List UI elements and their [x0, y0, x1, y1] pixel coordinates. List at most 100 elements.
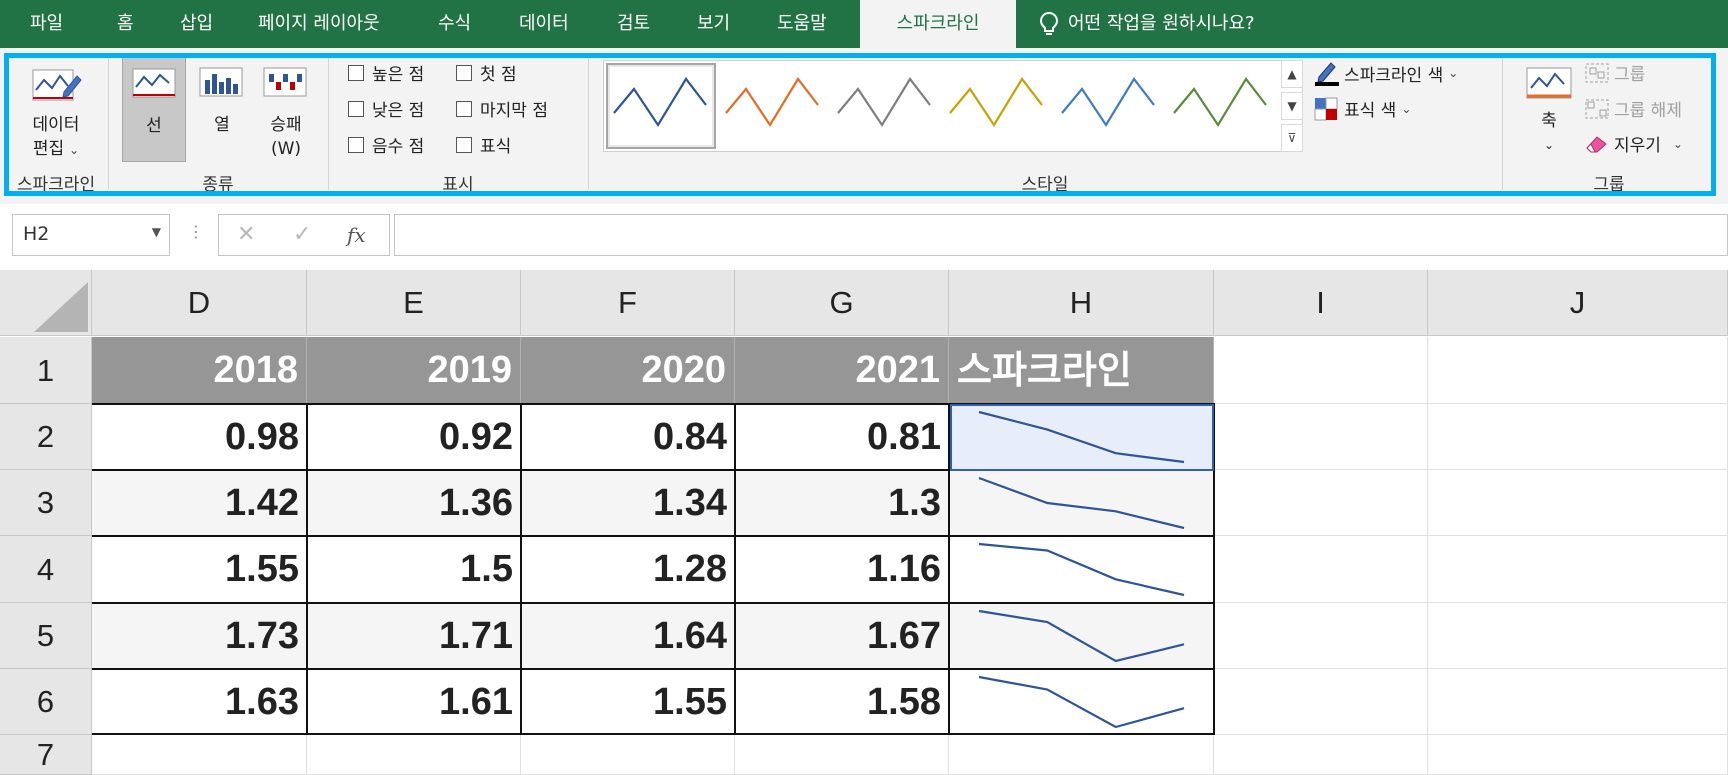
- cell-value[interactable]: 1.64: [521, 603, 735, 669]
- clear-button[interactable]: 지우기 ⌄: [1584, 131, 1683, 156]
- row-header-3[interactable]: 3: [0, 470, 92, 536]
- checkbox-low-point[interactable]: 낮은 점: [348, 96, 424, 121]
- row-header-5[interactable]: 5: [0, 603, 92, 669]
- checkbox-markers[interactable]: 표식: [456, 132, 511, 157]
- gallery-more[interactable]: ⊽: [1281, 124, 1303, 152]
- sparkline-color-button[interactable]: 스파크라인 색 ⌄: [1314, 60, 1458, 86]
- gallery-scroll-down[interactable]: ▼: [1281, 92, 1303, 120]
- cell-value[interactable]: 1.73: [92, 603, 307, 669]
- cell-header-year[interactable]: 2018: [92, 337, 307, 404]
- style-swatch-4[interactable]: [949, 77, 1043, 128]
- column-header-i[interactable]: I: [1214, 270, 1428, 336]
- cell-value[interactable]: 1.58: [735, 669, 949, 735]
- cell-sparkline[interactable]: [949, 470, 1214, 536]
- group-button[interactable]: 그룹: [1584, 60, 1645, 85]
- checkbox-last-point[interactable]: 마지막 점: [456, 96, 548, 121]
- column-header-j[interactable]: J: [1428, 270, 1728, 336]
- cell-empty[interactable]: [1428, 735, 1728, 775]
- tab-insert[interactable]: 삽입: [180, 0, 213, 48]
- row-header-2[interactable]: 2: [0, 404, 92, 470]
- cell-empty[interactable]: [1428, 536, 1728, 603]
- cell-empty[interactable]: [1428, 337, 1728, 404]
- cell-empty[interactable]: [307, 735, 521, 775]
- cell-value[interactable]: 0.98: [92, 404, 307, 470]
- ungroup-button[interactable]: 그룹 해제: [1584, 96, 1682, 121]
- cell-value[interactable]: 1.71: [307, 603, 521, 669]
- cell-header-year[interactable]: 2020: [521, 337, 735, 404]
- cell-empty[interactable]: [1428, 603, 1728, 669]
- cell-empty[interactable]: [949, 735, 1214, 775]
- style-swatch-3[interactable]: [837, 77, 931, 128]
- style-swatch-5[interactable]: [1061, 77, 1155, 128]
- cell-value[interactable]: 1.28: [521, 536, 735, 603]
- cell-value[interactable]: 1.5: [307, 536, 521, 603]
- cell-header-year[interactable]: 2021: [735, 337, 949, 404]
- cell-empty[interactable]: [1428, 470, 1728, 536]
- chevron-down-icon[interactable]: ▼: [152, 225, 161, 239]
- cell-empty[interactable]: [1214, 337, 1428, 404]
- row-header-4[interactable]: 4: [0, 536, 92, 603]
- edit-data-button[interactable]: [30, 62, 82, 112]
- cell-empty[interactable]: [1214, 603, 1428, 669]
- cell-header-sparkline[interactable]: 스파크라인: [949, 337, 1214, 404]
- cell-sparkline[interactable]: [949, 603, 1214, 669]
- cell-empty[interactable]: [1214, 536, 1428, 603]
- cell-empty[interactable]: [1214, 470, 1428, 536]
- cell-value[interactable]: 0.81: [735, 404, 949, 470]
- tab-home[interactable]: 홈: [117, 0, 134, 48]
- column-header-e[interactable]: E: [307, 270, 521, 336]
- style-swatch-2[interactable]: [725, 77, 819, 128]
- select-all-button[interactable]: [0, 270, 92, 336]
- tell-me-search[interactable]: 어떤 작업을 원하시나요?: [1039, 0, 1255, 48]
- tab-page-layout[interactable]: 페이지 레이아웃: [258, 0, 380, 48]
- type-line-button[interactable]: 선: [122, 56, 186, 162]
- cell-empty[interactable]: [1214, 669, 1428, 735]
- marker-color-button[interactable]: 표식 색 ⌄: [1314, 96, 1411, 121]
- cell-value[interactable]: 1.55: [92, 536, 307, 603]
- tab-file[interactable]: 파일: [30, 0, 63, 48]
- cell-empty[interactable]: [735, 735, 949, 775]
- row-header-6[interactable]: 6: [0, 669, 92, 735]
- cell-value[interactable]: 0.92: [307, 404, 521, 470]
- tab-help[interactable]: 도움말: [777, 0, 827, 48]
- cell-empty[interactable]: [1428, 404, 1728, 470]
- cell-value[interactable]: 1.36: [307, 470, 521, 536]
- cell-value[interactable]: 1.3: [735, 470, 949, 536]
- cell-value[interactable]: 1.67: [735, 603, 949, 669]
- formula-bar-grip-icon[interactable]: ⋮: [188, 222, 204, 241]
- tab-formulas[interactable]: 수식: [438, 0, 471, 48]
- row-header-1[interactable]: 1: [0, 337, 92, 404]
- function-icon[interactable]: fx: [347, 223, 366, 247]
- cell-value[interactable]: 1.42: [92, 470, 307, 536]
- name-box[interactable]: H2 ▼: [12, 214, 170, 256]
- axis-button[interactable]: 축 ⌄: [1520, 60, 1580, 160]
- cell-value[interactable]: 0.84: [521, 404, 735, 470]
- cell-header-year[interactable]: 2019: [307, 337, 521, 404]
- cell-value[interactable]: 1.34: [521, 470, 735, 536]
- cell-empty[interactable]: [1214, 735, 1428, 775]
- tab-review[interactable]: 검토: [617, 0, 650, 48]
- cell-sparkline[interactable]: [949, 536, 1214, 603]
- cell-value[interactable]: 1.55: [521, 669, 735, 735]
- formula-input[interactable]: [394, 214, 1728, 256]
- column-header-d[interactable]: D: [92, 270, 307, 336]
- tab-view[interactable]: 보기: [697, 0, 730, 48]
- checkbox-first-point[interactable]: 첫 점: [456, 60, 517, 85]
- cell-empty[interactable]: [1428, 669, 1728, 735]
- type-column-button[interactable]: 열: [196, 56, 248, 162]
- tab-data[interactable]: 데이터: [519, 0, 569, 48]
- cell-empty[interactable]: [521, 735, 735, 775]
- row-header-7[interactable]: 7: [0, 735, 92, 775]
- checkbox-negative-point[interactable]: 음수 점: [348, 132, 424, 157]
- enter-icon[interactable]: ✓: [293, 222, 311, 247]
- column-header-f[interactable]: F: [521, 270, 735, 336]
- cancel-icon[interactable]: ✕: [237, 222, 255, 247]
- cell-value[interactable]: 1.63: [92, 669, 307, 735]
- gallery-scroll-up[interactable]: ▲: [1281, 60, 1303, 88]
- cell-value[interactable]: 1.16: [735, 536, 949, 603]
- tab-sparkline[interactable]: 스파크라인: [860, 0, 1016, 48]
- cell-value[interactable]: 1.61: [307, 669, 521, 735]
- column-header-h[interactable]: H: [949, 270, 1214, 336]
- cell-sparkline[interactable]: [949, 669, 1214, 735]
- style-swatch-1[interactable]: [613, 77, 707, 128]
